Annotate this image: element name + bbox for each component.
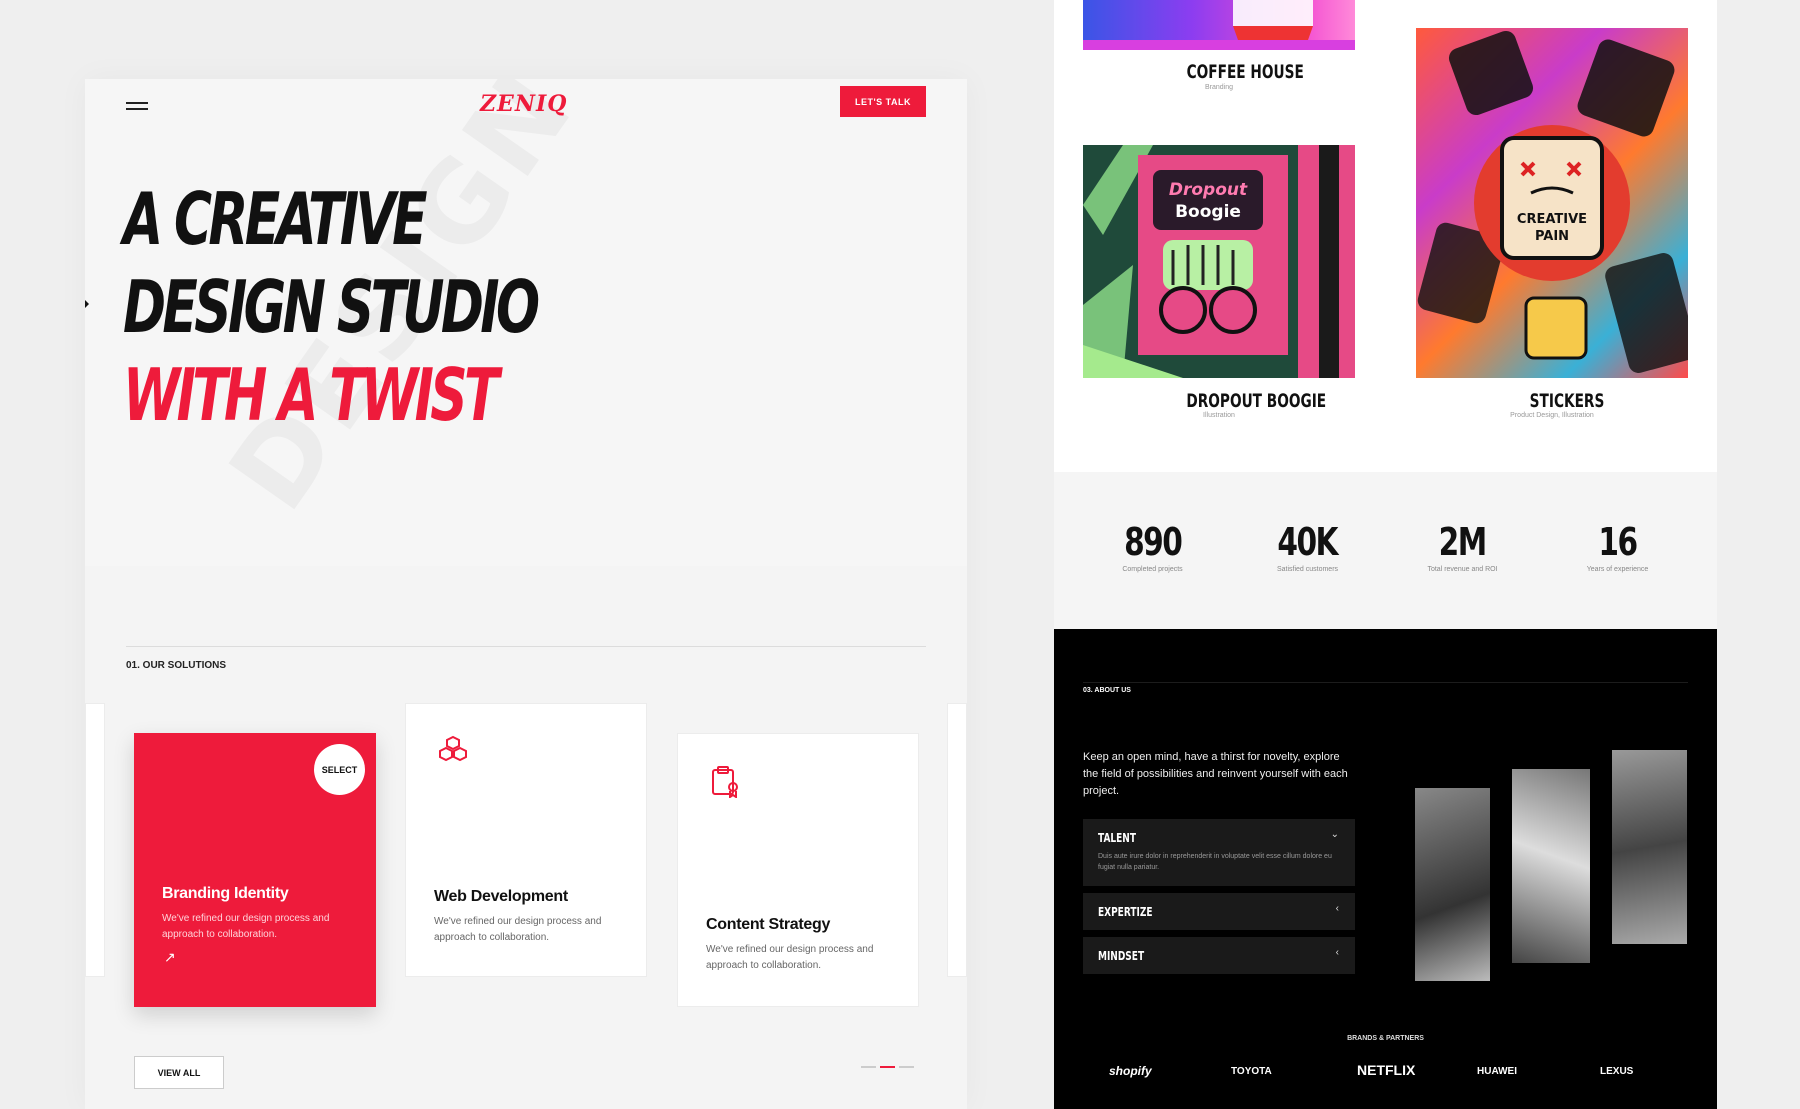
accordion-title: MINDSET xyxy=(1098,949,1145,963)
card-description: We've refined our design process and app… xyxy=(162,913,330,940)
project-title: DROPOUT BOOGIE xyxy=(1186,390,1327,412)
carousel-dot[interactable] xyxy=(899,1066,914,1068)
view-all-button[interactable]: VIEW ALL xyxy=(134,1056,224,1089)
svg-text:CREATIVE: CREATIVE xyxy=(1517,212,1587,227)
chevron-left-icon[interactable]: ‹ xyxy=(1336,947,1339,958)
about-photo-3 xyxy=(1612,750,1687,944)
stat-number: 16 xyxy=(1598,520,1638,564)
stat-label: Satisfied customers xyxy=(1276,566,1339,573)
carousel-dot[interactable] xyxy=(861,1066,876,1068)
card-description: We've refined our design process and app… xyxy=(434,916,602,943)
about-text: Keep an open mind, have a thirst for nov… xyxy=(1083,751,1348,797)
landing-page-left: DESIGN ✱ DEVELOP ✱ IDEA ZENIQ LET'S TALK… xyxy=(85,79,967,1109)
accordion-expertize[interactable]: EXPERTIZE ‹ xyxy=(1083,893,1355,930)
menu-icon[interactable] xyxy=(126,99,148,113)
about-section: 03. ABOUT US Keep an open mind, have a t… xyxy=(1054,629,1717,1109)
brands-label: BRANDS & PARTNERS xyxy=(1347,1035,1424,1042)
project-subtitle: Illustration xyxy=(1203,412,1235,419)
stat-completed-projects: 890 Completed projects xyxy=(1075,520,1230,573)
brand-logo-shopify[interactable]: shopify xyxy=(1109,1064,1152,1078)
brand-logo-lexus[interactable]: LEXUS xyxy=(1600,1066,1633,1077)
select-badge[interactable]: SELECT xyxy=(314,744,365,795)
stat-number: 2M xyxy=(1438,520,1488,564)
stats-section: 890 Completed projects 40K Satisfied cus… xyxy=(1054,472,1717,629)
svg-text:PAIN: PAIN xyxy=(1535,229,1569,244)
stat-label: Total revenue and ROI xyxy=(1427,566,1498,573)
svg-text:Dropout: Dropout xyxy=(1169,180,1248,200)
solution-card-branding[interactable]: SELECT Branding Identity We've refined o… xyxy=(134,733,376,1007)
headline-line-1: A CREATIVE xyxy=(123,177,427,261)
arrow-up-right-icon[interactable]: ↗ xyxy=(164,949,176,966)
card-partial-left[interactable] xyxy=(85,703,105,977)
carousel-dot-active[interactable] xyxy=(880,1066,895,1068)
solution-card-web-development[interactable]: Web Development We've refined our design… xyxy=(405,703,647,977)
accordion-mindset[interactable]: MINDSET ‹ xyxy=(1083,937,1355,974)
cubes-icon xyxy=(439,735,467,762)
section-divider xyxy=(1083,682,1688,683)
about-photo-1 xyxy=(1415,788,1490,981)
chevron-left-icon[interactable]: ‹ xyxy=(1336,903,1339,914)
card-title: Content Strategy xyxy=(706,916,831,933)
project-subtitle: Branding xyxy=(1204,84,1234,91)
stat-number: 890 xyxy=(1123,520,1183,564)
accordion-talent[interactable]: TALENT ⌄ Duis aute irure dolor in repreh… xyxy=(1083,819,1355,886)
brand-logo-toyota[interactable]: TOYOTA xyxy=(1231,1066,1272,1077)
landing-page-right: COFFEE HOUSE Branding Dropout Boogie DRO… xyxy=(1054,0,1717,1109)
solution-card-content-strategy[interactable]: Content Strategy We've refined our desig… xyxy=(677,733,919,1007)
card-title: Branding Identity xyxy=(162,885,289,902)
slider-indicator-icon xyxy=(85,300,89,308)
accordion-title: TALENT xyxy=(1098,831,1136,845)
about-label: 03. ABOUT US xyxy=(1083,687,1131,694)
lets-talk-button[interactable]: LET'S TALK xyxy=(840,86,926,117)
clipboard-badge-icon xyxy=(712,766,738,798)
chevron-down-icon[interactable]: ⌄ xyxy=(1331,829,1339,840)
hero-section: DESIGN ✱ DEVELOP ✱ IDEA ZENIQ LET'S TALK… xyxy=(85,79,967,566)
stat-label: Years of experience xyxy=(1586,566,1649,573)
card-partial-right[interactable] xyxy=(947,703,967,977)
project-subtitle: Product Design, Illustration xyxy=(1510,412,1594,419)
card-title: Web Development xyxy=(434,888,568,905)
project-title: COFFEE HOUSE xyxy=(1186,61,1304,83)
headline-line-3: WITH A TWIST xyxy=(123,353,499,437)
stat-years-experience: 16 Years of experience xyxy=(1540,520,1695,573)
project-title: STICKERS xyxy=(1529,390,1605,412)
svg-text:Boogie: Boogie xyxy=(1175,202,1241,222)
accordion-description: Duis aute irure dolor in reprehenderit i… xyxy=(1098,853,1332,871)
stat-satisfied-customers: 40K Satisfied customers xyxy=(1230,520,1385,573)
stat-total-revenue: 2M Total revenue and ROI xyxy=(1385,520,1540,573)
project-image-stickers[interactable]: CREATIVE PAIN xyxy=(1416,28,1688,378)
about-photo-2 xyxy=(1512,769,1590,963)
project-image-dropout-boogie[interactable]: Dropout Boogie xyxy=(1083,145,1355,378)
project-image-coffee-house[interactable] xyxy=(1083,0,1355,50)
brand-logo-huawei[interactable]: HUAWEI xyxy=(1477,1066,1517,1077)
stat-label: Completed projects xyxy=(1122,566,1183,573)
headline-line-2: DESIGN STUDIO xyxy=(123,265,540,349)
solutions-label: 01. OUR SOLUTIONS xyxy=(126,660,227,671)
carousel-dots xyxy=(861,1066,914,1068)
stat-number: 40K xyxy=(1277,520,1339,564)
card-description: We've refined our design process and app… xyxy=(706,944,874,971)
brand-logo-netflix[interactable]: NETFLIX xyxy=(1357,1062,1415,1078)
logo[interactable]: ZENIQ xyxy=(480,91,567,117)
section-divider xyxy=(126,646,926,647)
accordion-title: EXPERTIZE xyxy=(1098,905,1153,919)
